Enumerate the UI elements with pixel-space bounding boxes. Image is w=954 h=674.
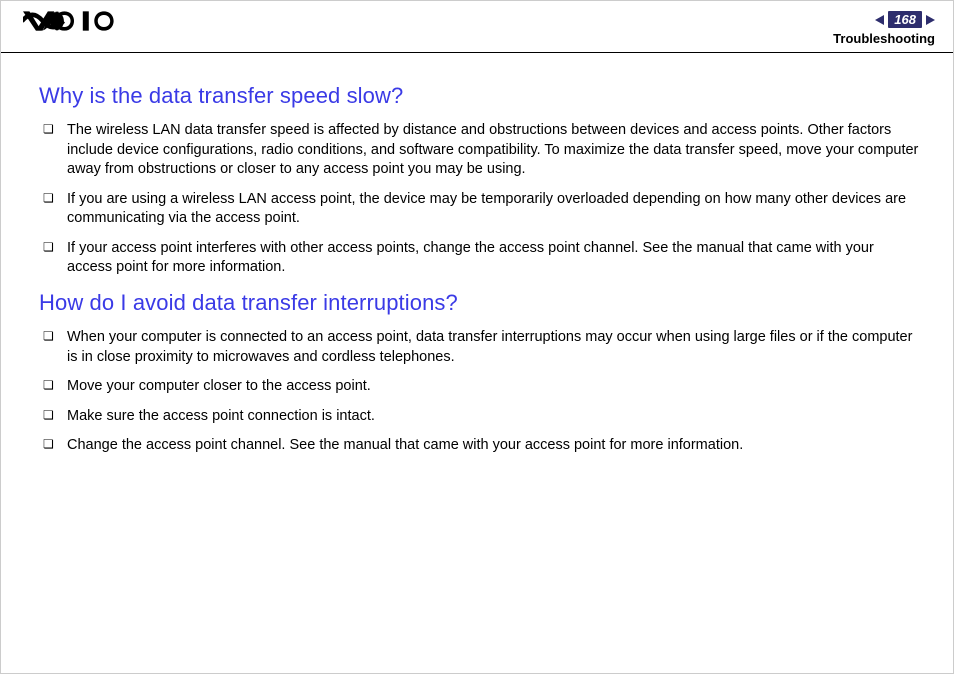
- list-item: Make sure the access point connection is…: [43, 407, 921, 427]
- header-right: 168 Troubleshooting: [833, 11, 935, 46]
- page-content: Why is the data transfer speed slow? The…: [1, 53, 953, 456]
- list-item: If your access point interferes with oth…: [43, 239, 921, 278]
- vaio-logo-svg: [23, 11, 115, 31]
- list-item: Change the access point channel. See the…: [43, 436, 921, 456]
- prev-page-arrow-icon[interactable]: [875, 15, 884, 25]
- document-page: 168 Troubleshooting Why is the data tran…: [0, 0, 954, 674]
- next-page-arrow-icon[interactable]: [926, 15, 935, 25]
- list-item: The wireless LAN data transfer speed is …: [43, 121, 921, 180]
- section-title: Troubleshooting: [833, 31, 935, 46]
- list-item: Move your computer closer to the access …: [43, 377, 921, 397]
- vaio-logo: [23, 11, 115, 31]
- bullet-list-2: When your computer is connected to an ac…: [39, 328, 921, 456]
- page-header: 168 Troubleshooting: [1, 1, 953, 53]
- heading-2: How do I avoid data transfer interruptio…: [39, 290, 921, 316]
- list-item: When your computer is connected to an ac…: [43, 328, 921, 367]
- heading-1: Why is the data transfer speed slow?: [39, 83, 921, 109]
- list-item: If you are using a wireless LAN access p…: [43, 190, 921, 229]
- bullet-list-1: The wireless LAN data transfer speed is …: [39, 121, 921, 278]
- page-indicator: 168: [833, 11, 935, 28]
- page-number-badge: 168: [888, 11, 922, 28]
